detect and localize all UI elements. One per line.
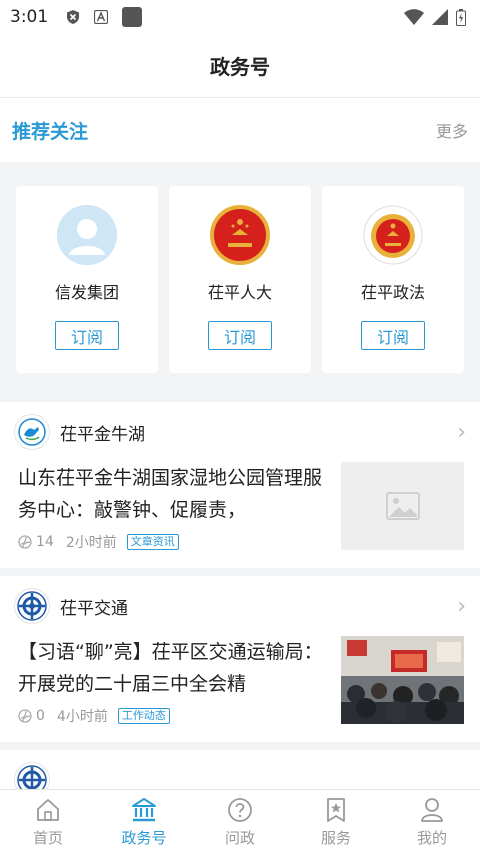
meeting-photo xyxy=(341,636,464,724)
tab-mine[interactable]: 我的 xyxy=(384,790,480,853)
feed-divider xyxy=(0,568,480,576)
tab-inquiry[interactable]: 问政 xyxy=(192,790,288,853)
recommend-header: 推荐关注 更多 xyxy=(0,98,480,162)
recommend-title: 推荐关注 xyxy=(12,120,89,143)
feed-source-name: 茌平交通 xyxy=(60,598,128,619)
feed-thumbnail xyxy=(341,462,464,550)
star-bookmark-icon xyxy=(327,797,345,822)
political-legal-emblem-icon xyxy=(363,205,423,265)
national-emblem-icon xyxy=(210,205,270,265)
tab-label: 首页 xyxy=(32,828,63,847)
feed-source[interactable]: 茌平金牛湖 › xyxy=(0,402,480,462)
feed-time: 4小时前 xyxy=(56,709,108,725)
recommend-card[interactable]: 信发集团 订阅 xyxy=(16,186,158,373)
view-count: 14 xyxy=(36,534,54,550)
image-placeholder-icon xyxy=(385,492,420,520)
feed-content[interactable]: 山东茌平金牛湖国家湿地公园管理服务中心：敲警钟、促履责， 14 2小时前 文章资… xyxy=(0,462,480,568)
more-link[interactable]: 更多 xyxy=(436,118,468,142)
feed-source-name: 茌平金牛湖 xyxy=(60,424,145,445)
views-icon xyxy=(18,535,32,549)
user-icon xyxy=(421,797,443,822)
tab-home[interactable]: 首页 xyxy=(0,790,96,853)
subscribe-button[interactable]: 订阅 xyxy=(361,321,425,350)
tab-label: 我的 xyxy=(416,828,447,847)
feed-item[interactable]: 茌平金牛湖 › 山东茌平金牛湖国家湿地公园管理服务中心：敲警钟、促履责， 14 … xyxy=(0,402,480,568)
tab-government[interactable]: 政务号 xyxy=(96,790,192,853)
signal-icon xyxy=(432,9,448,25)
home-icon xyxy=(37,798,59,821)
bottom-tab-bar: 首页 政务号 问政 服务 我的 xyxy=(0,789,480,853)
transport-logo-icon xyxy=(14,588,50,624)
feed-meta: 0 4小时前 工作动态 xyxy=(18,706,327,726)
recommend-card[interactable]: 茌平政法 订阅 xyxy=(322,186,464,373)
tab-label: 问政 xyxy=(224,828,255,847)
feed-content[interactable]: 【习语“聊”亮】茌平区交通运输局：开展党的二十届三中全会精 0 4小时前 工作动… xyxy=(0,636,480,742)
jinniuhu-logo-icon xyxy=(14,414,50,450)
views-icon xyxy=(18,709,32,723)
card-name: 茌平政法 xyxy=(360,283,425,302)
a-badge-icon xyxy=(94,10,109,24)
chevron-right-icon: › xyxy=(457,419,466,445)
feed-tag: 文章资讯 xyxy=(126,534,179,550)
feed-item[interactable]: 茌平交通 › 【习语“聊”亮】茌平区交通运输局：开展党的二十届三中全会精 0 4… xyxy=(0,576,480,742)
recommend-cards: 信发集团 订阅 茌平人大 订阅 茌平政法 订阅 xyxy=(0,162,480,402)
feed-time: 2小时前 xyxy=(65,535,117,551)
app-square-icon xyxy=(122,7,143,27)
page-title: 政务号 xyxy=(210,55,270,79)
battery-icon xyxy=(456,8,466,26)
tab-service[interactable]: 服务 xyxy=(288,790,384,853)
feed-tag: 工作动态 xyxy=(117,708,170,724)
card-name: 信发集团 xyxy=(54,283,119,302)
subscribe-button[interactable]: 订阅 xyxy=(55,321,119,350)
default-avatar-icon xyxy=(57,205,117,265)
government-building-icon xyxy=(132,797,156,821)
feed-source[interactable]: 茌平交通 › xyxy=(0,576,480,636)
page-header: 政务号 xyxy=(0,34,480,98)
view-count: 0 xyxy=(36,708,45,724)
feed-divider xyxy=(0,742,480,750)
question-icon xyxy=(228,797,252,822)
wifi-icon xyxy=(404,9,424,25)
status-bar: 3:01 xyxy=(0,0,480,34)
card-name: 茌平人大 xyxy=(207,283,272,302)
feed-meta: 14 2小时前 文章资讯 xyxy=(18,532,327,552)
shield-x-icon xyxy=(67,10,80,24)
tab-label: 政务号 xyxy=(121,828,167,847)
feed-headline: 山东茌平金牛湖国家湿地公园管理服务中心：敲警钟、促履责， xyxy=(18,467,323,521)
status-time: 3:01 xyxy=(10,7,49,27)
tab-label: 服务 xyxy=(320,828,351,847)
subscribe-button[interactable]: 订阅 xyxy=(208,321,272,350)
recommend-card[interactable]: 茌平人大 订阅 xyxy=(169,186,311,373)
feed-headline: 【习语“聊”亮】茌平区交通运输局：开展党的二十届三中全会精 xyxy=(18,641,323,695)
chevron-right-icon: › xyxy=(457,593,466,619)
